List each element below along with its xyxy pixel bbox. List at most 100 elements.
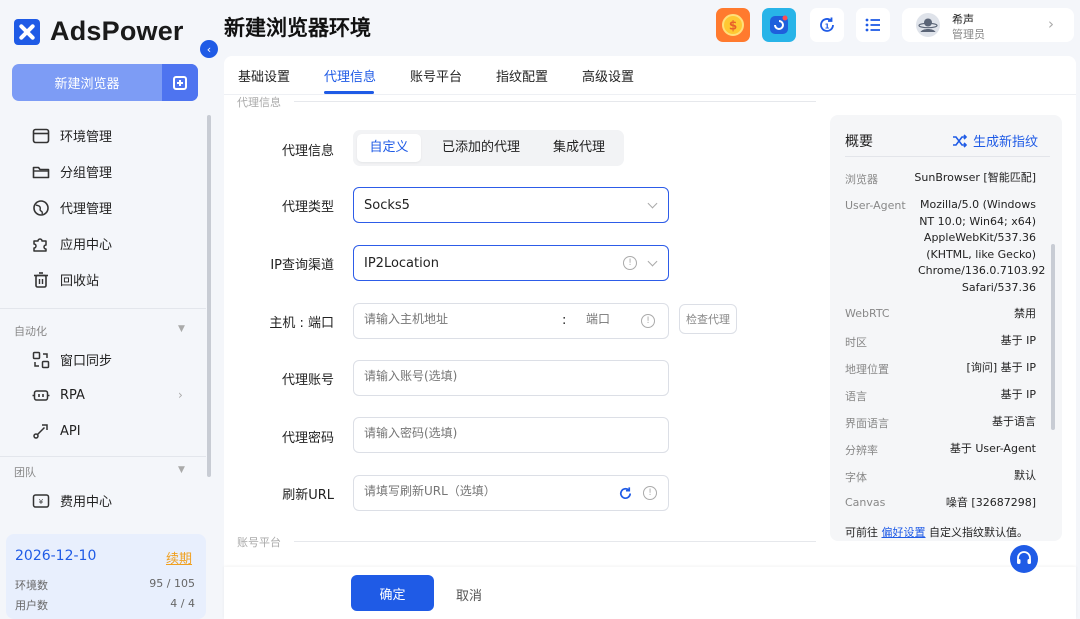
host-port-separator: : (562, 313, 567, 328)
cancel-button[interactable]: 取消 (456, 585, 482, 604)
summary-key: User-Agent (845, 199, 906, 212)
sync-windows-icon (32, 351, 50, 369)
new-browser-button[interactable]: 新建浏览器 (12, 64, 198, 101)
new-browser-dropdown[interactable] (162, 64, 198, 101)
summary-value: SunBrowser [智能匹配] (914, 171, 1036, 184)
proxy-type-select[interactable]: Socks5 (353, 187, 669, 223)
tab-fingerprint-config[interactable]: 指纹配置 (496, 66, 548, 85)
tab-advanced-settings[interactable]: 高级设置 (582, 66, 634, 85)
proxy-password-input[interactable] (364, 426, 654, 440)
tab-basic-settings[interactable]: 基础设置 (238, 66, 290, 85)
sidebar-item-label: 分组管理 (60, 166, 113, 181)
user-count-value: 4 / 4 (170, 597, 195, 610)
chevron-left-icon: ‹ (206, 42, 212, 56)
svg-text:$: $ (729, 19, 737, 33)
confirm-button[interactable]: 确定 (351, 575, 434, 611)
summary-value: [询问] 基于 IP (966, 361, 1036, 374)
user-menu[interactable]: 希声 管理员 › (902, 8, 1074, 42)
sidebar-item-groups[interactable]: 分组管理 (32, 162, 112, 181)
sidebar-item-proxies[interactable]: 代理管理 (32, 198, 112, 217)
avatar (916, 13, 940, 37)
proxy-type-value: Socks5 (364, 197, 410, 213)
list-icon (865, 18, 880, 32)
summary-value-user-agent: Mozilla/5.0 (Windows NT 10.0; Win64; x64… (918, 198, 1046, 294)
tab-account-platform[interactable]: 账号平台 (410, 66, 462, 85)
sidebar-item-rpa[interactable]: RPA (32, 386, 85, 404)
summary-key: 字体 (845, 471, 867, 484)
port-input[interactable] (586, 312, 636, 326)
section-team[interactable]: 团队 (14, 464, 36, 480)
group-divider (294, 541, 816, 542)
sidebar-item-label: 应用中心 (60, 238, 113, 253)
summary-key: 地理位置 (845, 363, 889, 376)
proxy-account-input[interactable] (364, 369, 654, 383)
preferences-link[interactable]: 偏好设置 (882, 526, 926, 539)
sidebar-item-label: 回收站 (60, 274, 100, 289)
refresh-url-input[interactable] (364, 484, 604, 498)
sidebar-item-api[interactable]: API (32, 422, 81, 440)
summary-key: 时区 (845, 336, 867, 349)
segment-integrated-proxy[interactable]: 集成代理 (539, 134, 619, 162)
proxy-account-label: 代理账号 (281, 373, 334, 388)
summary-key: 分辨率 (845, 444, 878, 457)
summary-value: 禁用 (1014, 307, 1036, 320)
section-automation[interactable]: 自动化 (14, 323, 47, 339)
billing-icon: ¥ (32, 492, 50, 510)
chevron-down-icon[interactable]: ▼ (178, 465, 185, 475)
summary-key: 语言 (845, 390, 867, 403)
shuffle-icon (953, 133, 968, 148)
sync-button[interactable]: 1 (810, 8, 844, 42)
rewards-button[interactable]: $ (716, 8, 750, 42)
summary-key: Canvas (845, 496, 886, 509)
refresh-url-label: 刷新URL (282, 488, 334, 503)
folder-icon (32, 163, 50, 181)
robot-icon (32, 386, 50, 404)
host-port-label: 主机 : 端口 (269, 316, 334, 331)
chevron-down-icon[interactable]: ▼ (178, 324, 185, 334)
proxy-account-field (353, 360, 669, 396)
host-input[interactable] (364, 312, 544, 326)
browser-window-icon (32, 127, 50, 145)
svg-text:¥: ¥ (39, 498, 44, 506)
generate-fingerprint-button[interactable]: 生成新指纹 (952, 131, 1038, 150)
main-panel: 基础设置 代理信息 账号平台 指纹配置 高级设置 代理信息 代理信息 自定义 已… (224, 56, 1076, 619)
sidebar-item-window-sync[interactable]: 窗口同步 (32, 350, 112, 369)
form-footer: 确定 取消 (224, 567, 1076, 619)
refresh-icon[interactable] (618, 486, 633, 501)
api-icon (32, 422, 50, 440)
proxy-source-segmented: 自定义 已添加的代理 集成代理 (353, 130, 624, 166)
sidebar-item-billing[interactable]: ¥ 费用中心 (32, 491, 112, 510)
tab-proxy-info[interactable]: 代理信息 (324, 66, 376, 85)
sidebar-scrollbar[interactable] (207, 115, 211, 477)
info-icon[interactable]: ! (643, 486, 657, 500)
update-button[interactable] (762, 8, 796, 42)
info-icon[interactable]: ! (623, 256, 637, 270)
renew-link[interactable]: 续期 (166, 548, 192, 567)
summary-title: 概要 (845, 134, 873, 150)
sidebar-item-label: 窗口同步 (60, 354, 113, 369)
segment-added-proxy[interactable]: 已添加的代理 (429, 134, 533, 162)
task-list-button[interactable] (856, 8, 890, 42)
refresh-app-icon (770, 15, 788, 34)
support-chat-button[interactable] (1010, 545, 1038, 573)
collapse-sidebar-button[interactable]: ‹ (200, 40, 218, 58)
globe-icon (32, 199, 50, 217)
sidebar-item-environments[interactable]: 环境管理 (32, 126, 112, 145)
app-logo[interactable]: AdsPower (14, 16, 184, 47)
sidebar-item-recycle-bin[interactable]: 回收站 (32, 270, 99, 289)
plan-expiry: 2026-12-10 (15, 548, 97, 564)
coin-icon: $ (722, 14, 744, 36)
ip-channel-select[interactable]: IP2Location ! (353, 245, 669, 281)
sidebar-item-app-center[interactable]: 应用中心 (32, 234, 112, 253)
tabs-divider (224, 94, 1076, 95)
summary-footer: 可前往 偏好设置 自定义指纹默认值。 (845, 524, 1028, 540)
segment-custom[interactable]: 自定义 (357, 134, 421, 162)
chevron-down-icon (647, 198, 658, 209)
check-proxy-button[interactable]: 检查代理 (679, 304, 737, 334)
app-name: AdsPower (50, 16, 184, 46)
sidebar: AdsPower 新建浏览器 环境管理 分组管理 代理管理 应用中心 回收站 自… (0, 0, 216, 619)
info-icon[interactable]: ! (641, 314, 655, 328)
summary-value: 默认 (1014, 469, 1036, 482)
summary-scrollbar[interactable] (1051, 244, 1055, 430)
env-count-value: 95 / 105 (149, 577, 195, 590)
